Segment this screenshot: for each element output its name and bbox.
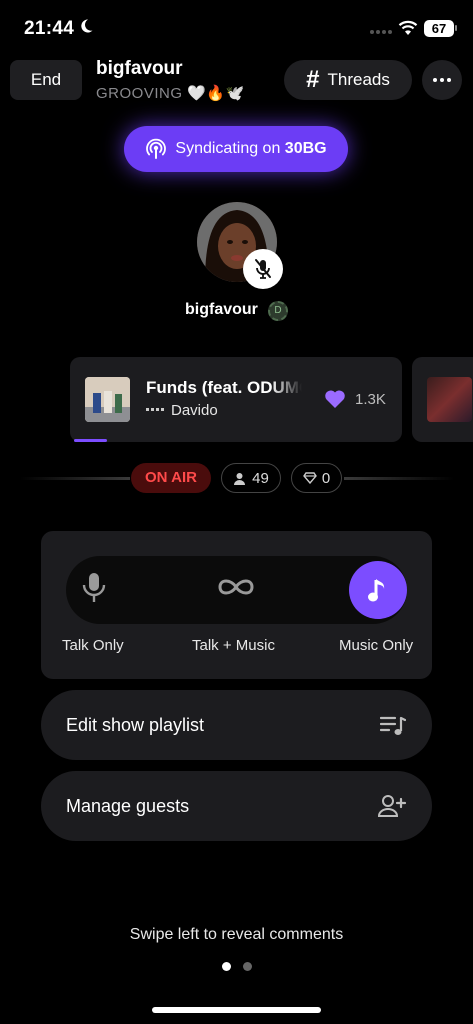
battery-indicator: 67 [424,20,454,37]
hash-icon: # [306,66,320,93]
diamond-icon [302,472,317,484]
talk-only-label[interactable]: Talk Only [62,637,124,654]
music-note-icon [368,579,385,602]
threads-label: Threads [327,70,390,89]
divider-left [20,477,130,480]
next-album-art [427,377,472,422]
equalizer-icon [146,408,164,411]
cellular-signal-icon [370,30,392,34]
album-art [85,377,130,422]
speaker-name: bigfavour [185,301,258,318]
swipe-hint: Swipe left to reveal comments [129,926,344,943]
page-indicator-dot[interactable] [243,962,252,971]
threads-button[interactable]: # Threads [284,60,412,100]
ellipsis-icon [433,78,451,82]
battery-nub [455,25,457,31]
talk-only-mic-icon[interactable] [80,570,108,611]
track-title: Funds (feat. ODUMODUBLVCK) [146,378,302,397]
track-progress-bar [74,439,107,442]
playlist-icon [379,715,407,742]
syndicating-network: 30BG [284,140,327,157]
person-icon [234,472,246,485]
on-air-badge: ON AIR [131,463,211,493]
divider-right [344,477,454,480]
add-person-icon [377,794,407,823]
heart-icon[interactable] [324,389,346,414]
host-name: bigfavour [96,58,183,79]
gem-count: 0 [321,469,331,487]
music-only-label[interactable]: Music Only [339,637,413,654]
mic-muted-icon [255,259,271,279]
track-artist: Davido [171,402,218,419]
muted-badge [243,249,283,289]
talk-music-label[interactable]: Talk + Music [192,637,275,654]
page-indicator-dot-active[interactable] [222,962,231,971]
manage-guests-label: Manage guests [66,796,190,816]
syndicating-pill[interactable]: Syndicating on 30BG [124,126,348,172]
home-indicator[interactable] [152,1007,321,1013]
edit-playlist-label: Edit show playlist [66,715,205,735]
like-count: 1.3K [355,391,386,408]
broadcast-icon [146,138,167,159]
wifi-icon [398,20,418,41]
talk-music-infinity-icon[interactable] [214,575,258,604]
gem-count-chip[interactable]: 0 [291,463,342,493]
verified-badge-icon: D [268,301,288,321]
host-status: GROOVING 🤍🔥🕊️ [96,85,245,102]
syndicating-prefix: Syndicating on [175,140,285,157]
listener-count: 49 [252,469,269,487]
status-time: 21:44 [24,18,75,39]
more-options-button[interactable] [422,60,462,100]
listener-count-chip[interactable]: 49 [221,463,281,493]
end-show-button[interactable]: End [10,60,82,100]
moon-icon [78,18,94,39]
music-only-button[interactable] [349,561,407,619]
